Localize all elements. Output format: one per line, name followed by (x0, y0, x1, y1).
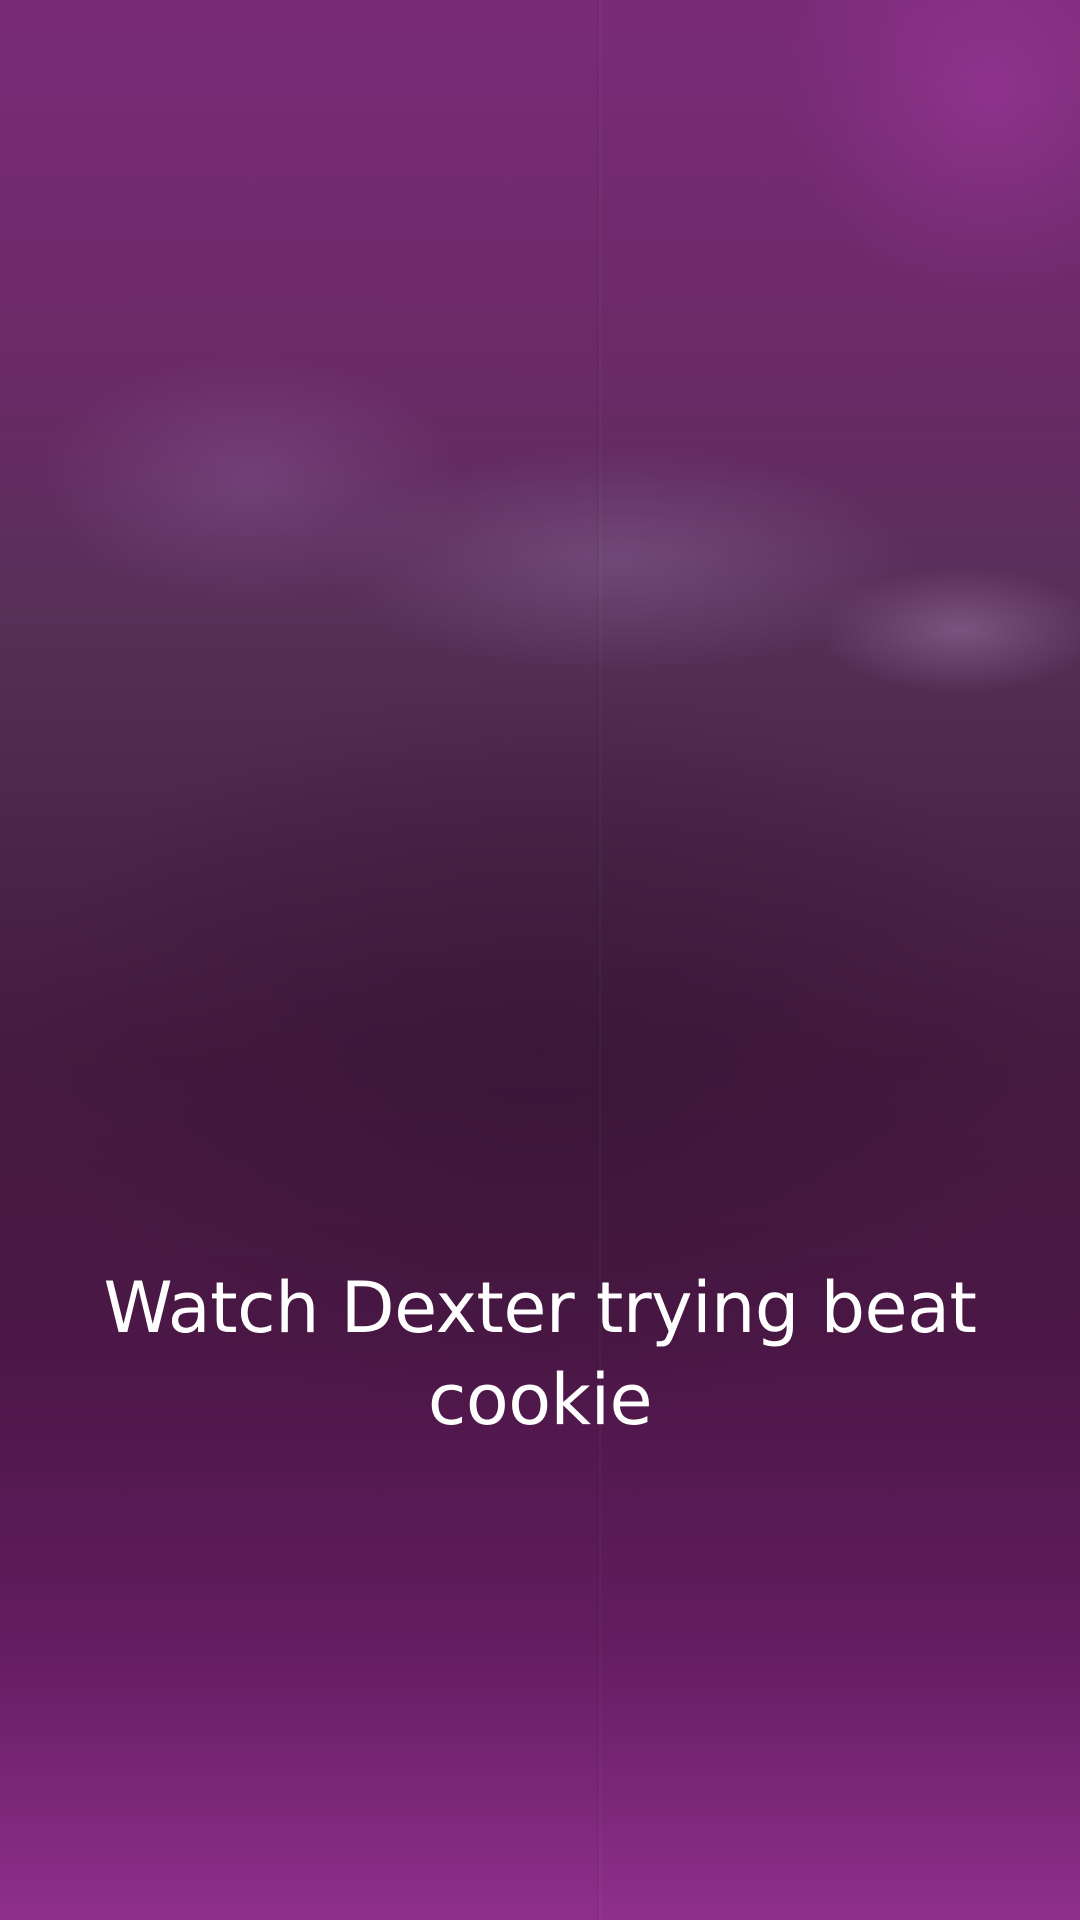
background-glow (780, 0, 1080, 300)
video-caption: Watch Dexter trying beat cookie (103, 1267, 977, 1441)
video-frame[interactable]: Watch Dexter trying beat cookie (0, 0, 1080, 1920)
video-seam (596, 0, 602, 1920)
